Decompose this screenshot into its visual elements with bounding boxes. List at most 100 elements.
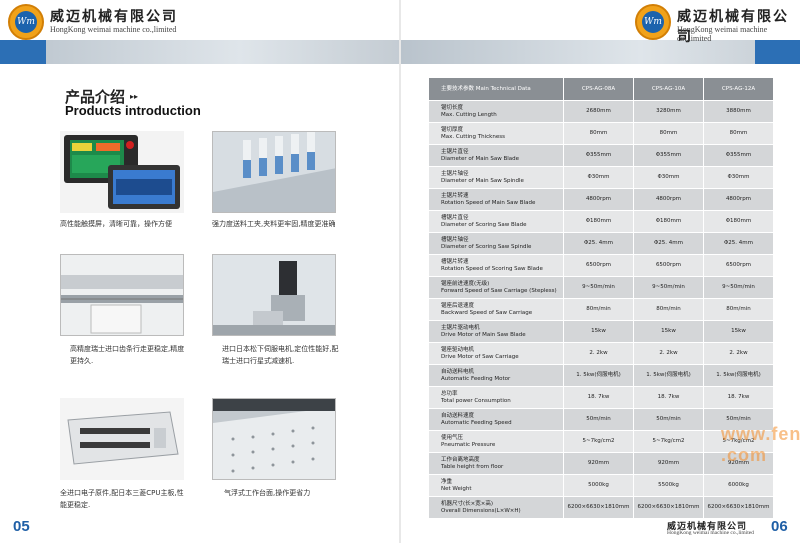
param-name-en: Diameter of Main Saw Spindle <box>441 177 524 184</box>
param-value-cell: Φ25. 4mm <box>703 232 774 255</box>
air-table-photo <box>212 398 336 480</box>
table-row: 净重 Net Weight 5000kg 5500kg 6000kg <box>428 474 774 497</box>
table-row: 主锯片直径 Diameter of Main Saw Blade Φ355mm Φ35… <box>428 144 774 167</box>
param-value-cell: 5~7kg/cm2 <box>563 430 634 453</box>
param-value-cell: 6500rpm <box>633 254 704 277</box>
param-value-cell: Φ25. 4mm <box>633 232 704 255</box>
table-row: 锯切厚度 Max. Cutting Thickness 80mm 80mm 80mm <box>428 122 774 145</box>
clamps-photo <box>212 131 336 213</box>
watermark: www.fengj .com <box>721 424 800 465</box>
param-name-en: Rotation Speed of Main Saw Blade <box>441 199 536 206</box>
param-value-cell: Φ355mm <box>703 144 774 167</box>
company-name-en: HongKong weimai machine co.,limited <box>677 25 768 43</box>
spec-table-header: 主要技术参数 Main Technical Data CPS-AG-08A CP… <box>428 77 774 101</box>
param-value-cell: 50m/min <box>633 408 704 431</box>
param-value-cell: Φ30mm <box>703 166 774 189</box>
header-model: CPS-AG-10A <box>633 77 704 101</box>
param-value-cell: 80m/min <box>703 298 774 321</box>
param-name-cn: 自动送料速度 <box>441 412 475 419</box>
param-value-cell: 80mm <box>563 122 634 145</box>
param-name-cn: 主锯片直径 <box>441 148 469 155</box>
page-number-left: 05 <box>13 518 30 535</box>
param-name-cell: 主锯片直径 Diameter of Main Saw Blade <box>428 144 564 167</box>
company-name-en: HongKong weimai machine co.,limited <box>50 25 177 34</box>
table-row: 主锯片轴径 Diameter of Main Saw Spindle Φ30mm Φ3… <box>428 166 774 189</box>
right-page: Wm 威迈机械有限公司 HongKong weimai machine co.,… <box>401 0 800 543</box>
param-value-cell: 6500rpm <box>703 254 774 277</box>
param-value-cell: 920mm <box>563 452 634 475</box>
header-model: CPS-AG-12A <box>703 77 774 101</box>
param-name-cn: 净重 <box>441 478 453 485</box>
param-value-cell: 6000kg <box>703 474 774 497</box>
param-name-en: Drive Motor of Main Saw Blade <box>441 331 526 338</box>
param-name-cn: 主锯片驱动电机 <box>441 324 480 331</box>
table-row: 槽锯片轴径 Diameter of Scoring Saw Spindle Φ25.… <box>428 232 774 255</box>
param-value-cell: 80m/min <box>633 298 704 321</box>
table-row: 主锯片驱动电机 Drive Motor of Main Saw Blade 15kw… <box>428 320 774 343</box>
caption-plc: 全进口电子原件,配日本三菱CPU主板,性能更稳定. <box>60 489 184 509</box>
param-name-cn: 使用气压 <box>441 434 464 441</box>
section-title-en: Products introduction <box>65 103 201 118</box>
param-value-cell: 18. 7kw <box>703 386 774 409</box>
param-name-cn: 锯座后退速度 <box>441 302 475 309</box>
param-value-cell: 80mm <box>633 122 704 145</box>
param-value-cell: Φ30mm <box>563 166 634 189</box>
param-value-cell: 80mm <box>703 122 774 145</box>
header-model: CPS-AG-08A <box>563 77 634 101</box>
param-value-cell: 3280mm <box>633 100 704 123</box>
table-row: 机器尺寸(长×宽×高) Overall Dimensions(L×W×H) 6200… <box>428 496 774 519</box>
param-name-en: Automatic Feeding Motor <box>441 375 511 382</box>
table-row: 自动送料电机 Automatic Feeding Motor 1. 5kw(伺服电机… <box>428 364 774 387</box>
param-value-cell: 1. 5kw(伺服电机) <box>563 364 634 387</box>
param-name-cn: 锯切厚度 <box>441 126 464 133</box>
param-name-en: Diameter of Scoring Saw Blade <box>441 221 527 228</box>
param-value-cell: 6200×6630×1810mm <box>633 496 704 519</box>
header-band <box>0 40 400 64</box>
param-name-en: Max. Cutting Thickness <box>441 133 505 140</box>
param-value-cell: 4800rpm <box>703 188 774 211</box>
param-value-cell: Φ180mm <box>703 210 774 233</box>
param-name-cell: 锯切厚度 Max. Cutting Thickness <box>428 122 564 145</box>
param-name-cell: 槽锯片轴径 Diameter of Scoring Saw Spindle <box>428 232 564 255</box>
param-name-en: Pneumatic Pressure <box>441 441 496 448</box>
caption-servo-motor: 进口日本松下伺服电机,定位性能好,配瑞士进口行星式减速机. <box>222 345 339 365</box>
left-page: Wm 威迈机械有限公司 HongKong weimai machine co.,… <box>0 0 400 543</box>
servo-motor-photo <box>212 254 336 336</box>
param-value-cell: 920mm <box>633 452 704 475</box>
param-name-cell: 总功率 Total power Consumption <box>428 386 564 409</box>
param-name-en: Overall Dimensions(L×W×H) <box>441 507 521 514</box>
param-value-cell: 5500kg <box>633 474 704 497</box>
param-name-cell: 主锯片转速 Rotation Speed of Main Saw Blade <box>428 188 564 211</box>
param-name-cn: 锯切长度 <box>441 104 464 111</box>
param-name-cell: 工作台离地高度 Table height from floor <box>428 452 564 475</box>
rack-photo <box>60 254 184 336</box>
company-logo: Wm <box>8 4 44 40</box>
param-name-en: Net Weight <box>441 485 472 492</box>
param-name-cell: 锯切长度 Max. Cutting Length <box>428 100 564 123</box>
param-name-cell: 净重 Net Weight <box>428 474 564 497</box>
param-value-cell: 6500rpm <box>563 254 634 277</box>
param-name-cn: 锯座驱动电机 <box>441 346 475 353</box>
param-name-en: Max. Cutting Length <box>441 111 497 118</box>
param-name-cell: 主锯片驱动电机 Drive Motor of Main Saw Blade <box>428 320 564 343</box>
param-value-cell: 5~7kg/cm2 <box>633 430 704 453</box>
param-name-en: Rotation Speed of Scoring Saw Blade <box>441 265 543 272</box>
param-name-cell: 槽锯片转速 Rotation Speed of Scoring Saw Blade <box>428 254 564 277</box>
param-value-cell: 2680mm <box>563 100 634 123</box>
param-value-cell: 2. 2kw <box>633 342 704 365</box>
param-name-cell: 使用气压 Pneumatic Pressure <box>428 430 564 453</box>
param-value-cell: 9~50m/min <box>633 276 704 299</box>
header-params: 主要技术参数 Main Technical Data <box>428 77 564 101</box>
param-value-cell: 4800rpm <box>633 188 704 211</box>
param-value-cell: Φ25. 4mm <box>563 232 634 255</box>
param-name-cell: 锯座前进速度(无级) Forward Speed of Saw Carriage … <box>428 276 564 299</box>
param-value-cell: 3880mm <box>703 100 774 123</box>
param-name-en: Table height from floor <box>441 463 504 470</box>
header-blue-tab <box>0 40 46 64</box>
table-row: 锯切长度 Max. Cutting Length 2680mm 3280mm 3880m… <box>428 100 774 123</box>
param-name-en: Automatic Feeding Speed <box>441 419 512 426</box>
table-row: 锯座前进速度(无级) Forward Speed of Saw Carriage … <box>428 276 774 299</box>
param-name-cn: 主锯片转速 <box>441 192 469 199</box>
param-value-cell: Φ355mm <box>633 144 704 167</box>
param-name-cell: 锯座后退速度 Backward Speed of Saw Carriage <box>428 298 564 321</box>
